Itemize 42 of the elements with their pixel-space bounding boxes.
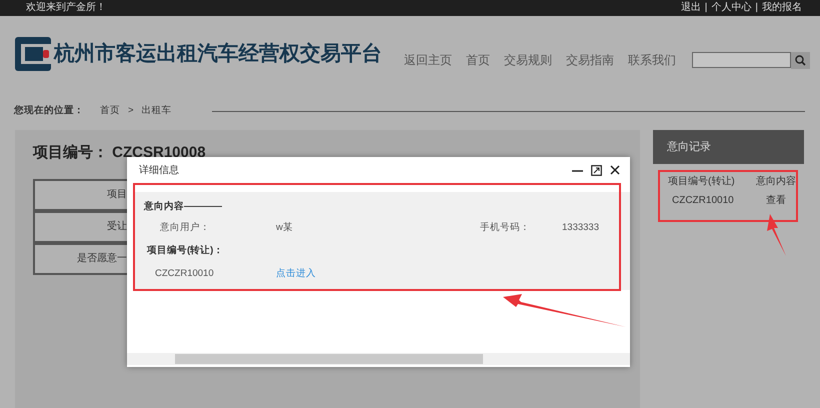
field-label: 手机号码： — [480, 220, 531, 235]
section-title: 意向内容———— — [144, 201, 222, 212]
column-header: 项目编号(转让) — [668, 174, 736, 189]
logo-icon — [15, 37, 51, 71]
annotation-arrow — [767, 214, 786, 256]
column-header: 意向内容 — [756, 174, 796, 189]
maximize-icon[interactable] — [591, 164, 602, 176]
nav-link-item[interactable]: 交易指南 — [566, 51, 614, 69]
dialog-title: 详细信息 — [139, 164, 179, 178]
field-label: 意向用户： — [160, 220, 211, 235]
field-value: 1333333 — [562, 220, 600, 235]
search-button[interactable] — [791, 52, 810, 68]
welcome-text: 欢迎来到产金所！ — [26, 0, 106, 15]
horizontal-scrollbar[interactable] — [127, 353, 630, 365]
breadcrumb-item[interactable]: 首页 — [100, 104, 120, 118]
top-link[interactable]: 个人中心 — [711, 0, 752, 16]
separator: | — [704, 1, 708, 15]
field-label: 项目编号(转让)： — [147, 244, 224, 258]
top-link[interactable]: 退出 — [680, 0, 701, 16]
table-cell: 受让 — [33, 210, 127, 242]
field-value: w某 — [276, 220, 294, 235]
top-link[interactable]: 我的报名 — [762, 0, 802, 16]
nav-link-item[interactable]: 交易规则 — [504, 51, 552, 69]
breadcrumb-label: 您现在的位置： — [14, 104, 84, 118]
search-field[interactable] — [692, 52, 791, 68]
project-code: CZCZR10010 — [155, 266, 215, 281]
search-icon — [795, 54, 806, 66]
close-icon[interactable] — [610, 165, 620, 175]
nav-link-item[interactable]: 联系我们 — [628, 51, 676, 69]
breadcrumb-separator: > — [128, 104, 134, 118]
project-title: 项目编号： CZCSR10008 — [33, 143, 207, 163]
logo-text: 杭州市客运出租汽车经营权交易平台 — [54, 40, 382, 67]
table-cell: 是否愿意一 — [33, 242, 127, 274]
nav-link-item[interactable]: 首页 — [466, 51, 490, 69]
separator: | — [755, 1, 758, 15]
sidebar-header: 意向记录 — [653, 130, 804, 164]
breadcrumb-item: 出租车 — [142, 104, 172, 118]
view-link[interactable]: 查看 — [766, 193, 786, 208]
table-cell: 项目 — [33, 178, 127, 210]
table-cell-text: CZCZR10010 — [672, 194, 735, 208]
enter-link[interactable]: 点击进入 — [276, 266, 316, 282]
nav-link-item[interactable]: 返回主页 — [404, 51, 452, 69]
